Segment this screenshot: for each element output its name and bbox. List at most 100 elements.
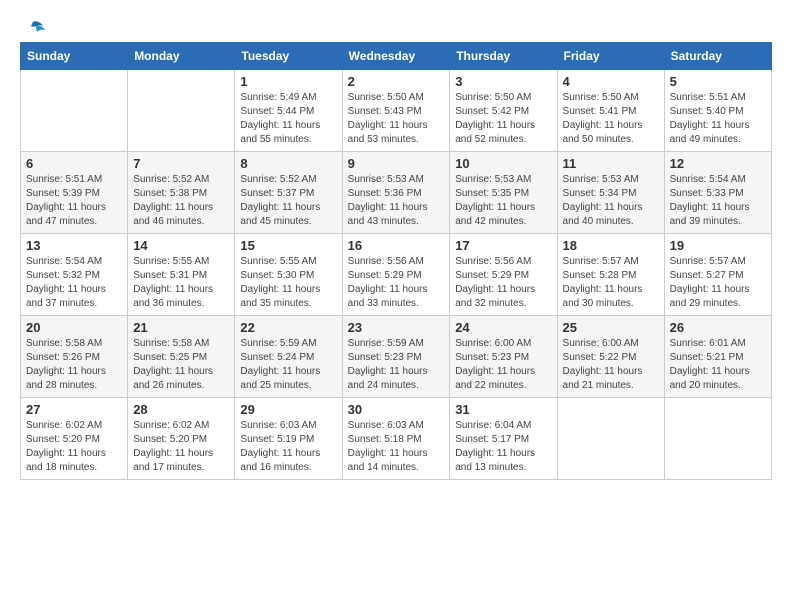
calendar-cell: 8 Sunrise: 5:52 AM Sunset: 5:37 PM Daylig… <box>235 152 342 234</box>
calendar-cell: 23 Sunrise: 5:59 AM Sunset: 5:23 PM Dayli… <box>342 316 450 398</box>
calendar-week-row: 13Sunrise: 5:54 AM Sunset: 5:32 PM Dayli… <box>21 234 772 316</box>
calendar-cell: 24 Sunrise: 6:00 AM Sunset: 5:23 PM Dayli… <box>450 316 557 398</box>
day-info: Sunrise: 5:50 AM Sunset: 5:43 PM Dayligh… <box>348 91 445 147</box>
day-info: Sunrise: 5:59 AM Sunset: 5:24 PM Dayligh… <box>240 337 336 393</box>
calendar-header-monday: Monday <box>128 43 235 70</box>
day-number: 3 <box>455 74 551 89</box>
calendar-header-wednesday: Wednesday <box>342 43 450 70</box>
calendar-cell: 28 Sunrise: 6:02 AM Sunset: 5:20 PM Dayli… <box>128 398 235 480</box>
day-number: 8 <box>240 156 336 171</box>
day-info: Sunrise: 5:56 AM Sunset: 5:29 PM Dayligh… <box>348 255 445 311</box>
day-info: Sunrise: 5:49 AM Sunset: 5:44 PM Dayligh… <box>240 91 336 147</box>
logo-bird-icon <box>23 20 45 38</box>
calendar-cell: 7Sunrise: 5:52 AM Sunset: 5:38 PM Daylig… <box>128 152 235 234</box>
calendar-cell: 12 Sunrise: 5:54 AM Sunset: 5:33 PM Dayli… <box>664 152 771 234</box>
calendar-cell: 17 Sunrise: 5:56 AM Sunset: 5:29 PM Dayli… <box>450 234 557 316</box>
day-info: Sunrise: 6:01 AM Sunset: 5:21 PM Dayligh… <box>670 337 766 393</box>
day-info: Sunrise: 5:57 AM Sunset: 5:27 PM Dayligh… <box>670 255 766 311</box>
day-number: 12 <box>670 156 766 171</box>
day-info: Sunrise: 5:58 AM Sunset: 5:26 PM Dayligh… <box>26 337 122 393</box>
calendar-cell: 4 Sunrise: 5:50 AM Sunset: 5:41 PM Daylig… <box>557 70 664 152</box>
calendar-header-thursday: Thursday <box>450 43 557 70</box>
day-number: 27 <box>26 402 122 417</box>
day-number: 9 <box>348 156 445 171</box>
calendar-cell: 19 Sunrise: 5:57 AM Sunset: 5:27 PM Dayli… <box>664 234 771 316</box>
calendar-table: SundayMondayTuesdayWednesdayThursdayFrid… <box>20 42 772 480</box>
calendar-header-friday: Friday <box>557 43 664 70</box>
day-info: Sunrise: 5:52 AM Sunset: 5:37 PM Dayligh… <box>240 173 336 229</box>
day-number: 4 <box>563 74 659 89</box>
day-info: Sunrise: 5:57 AM Sunset: 5:28 PM Dayligh… <box>563 255 659 311</box>
day-number: 21 <box>133 320 229 335</box>
day-number: 16 <box>348 238 445 253</box>
day-number: 2 <box>348 74 445 89</box>
day-number: 15 <box>240 238 336 253</box>
calendar-cell: 16 Sunrise: 5:56 AM Sunset: 5:29 PM Dayli… <box>342 234 450 316</box>
day-number: 14 <box>133 238 229 253</box>
calendar-week-row: 6 Sunrise: 5:51 AM Sunset: 5:39 PM Daylig… <box>21 152 772 234</box>
day-info: Sunrise: 6:02 AM Sunset: 5:20 PM Dayligh… <box>26 419 122 475</box>
calendar-cell <box>128 70 235 152</box>
day-info: Sunrise: 5:52 AM Sunset: 5:38 PM Dayligh… <box>133 173 229 229</box>
day-number: 26 <box>670 320 766 335</box>
day-number: 6 <box>26 156 122 171</box>
calendar-cell: 5 Sunrise: 5:51 AM Sunset: 5:40 PM Daylig… <box>664 70 771 152</box>
day-number: 13 <box>26 238 122 253</box>
day-number: 24 <box>455 320 551 335</box>
day-number: 22 <box>240 320 336 335</box>
day-info: Sunrise: 5:53 AM Sunset: 5:34 PM Dayligh… <box>563 173 659 229</box>
day-info: Sunrise: 5:51 AM Sunset: 5:40 PM Dayligh… <box>670 91 766 147</box>
day-number: 23 <box>348 320 445 335</box>
day-info: Sunrise: 5:54 AM Sunset: 5:33 PM Dayligh… <box>670 173 766 229</box>
calendar-cell: 22 Sunrise: 5:59 AM Sunset: 5:24 PM Dayli… <box>235 316 342 398</box>
calendar-week-row: 27 Sunrise: 6:02 AM Sunset: 5:20 PM Dayli… <box>21 398 772 480</box>
day-info: Sunrise: 5:50 AM Sunset: 5:42 PM Dayligh… <box>455 91 551 147</box>
calendar-header-tuesday: Tuesday <box>235 43 342 70</box>
day-info: Sunrise: 6:00 AM Sunset: 5:23 PM Dayligh… <box>455 337 551 393</box>
calendar-cell: 30Sunrise: 6:03 AM Sunset: 5:18 PM Dayli… <box>342 398 450 480</box>
calendar-cell: 29 Sunrise: 6:03 AM Sunset: 5:19 PM Dayli… <box>235 398 342 480</box>
day-info: Sunrise: 5:50 AM Sunset: 5:41 PM Dayligh… <box>563 91 659 147</box>
day-number: 19 <box>670 238 766 253</box>
calendar-cell: 26 Sunrise: 6:01 AM Sunset: 5:21 PM Dayli… <box>664 316 771 398</box>
day-info: Sunrise: 5:53 AM Sunset: 5:36 PM Dayligh… <box>348 173 445 229</box>
day-info: Sunrise: 6:04 AM Sunset: 5:17 PM Dayligh… <box>455 419 551 475</box>
calendar-cell <box>557 398 664 480</box>
calendar-cell: 1 Sunrise: 5:49 AM Sunset: 5:44 PM Daylig… <box>235 70 342 152</box>
calendar-header-saturday: Saturday <box>664 43 771 70</box>
day-number: 11 <box>563 156 659 171</box>
calendar-cell: 18 Sunrise: 5:57 AM Sunset: 5:28 PM Dayli… <box>557 234 664 316</box>
calendar-header-row: SundayMondayTuesdayWednesdayThursdayFrid… <box>21 43 772 70</box>
calendar-cell: 9 Sunrise: 5:53 AM Sunset: 5:36 PM Daylig… <box>342 152 450 234</box>
day-number: 18 <box>563 238 659 253</box>
day-info: Sunrise: 6:03 AM Sunset: 5:19 PM Dayligh… <box>240 419 336 475</box>
calendar-cell: 25 Sunrise: 6:00 AM Sunset: 5:22 PM Dayli… <box>557 316 664 398</box>
day-number: 1 <box>240 74 336 89</box>
calendar-cell: 11 Sunrise: 5:53 AM Sunset: 5:34 PM Dayli… <box>557 152 664 234</box>
calendar-week-row: 20 Sunrise: 5:58 AM Sunset: 5:26 PM Dayli… <box>21 316 772 398</box>
day-info: Sunrise: 6:03 AM Sunset: 5:18 PM Dayligh… <box>348 419 445 475</box>
logo <box>20 20 45 38</box>
day-info: Sunrise: 5:58 AM Sunset: 5:25 PM Dayligh… <box>133 337 229 393</box>
calendar-cell <box>21 70 128 152</box>
page-header <box>20 20 772 38</box>
day-info: Sunrise: 5:55 AM Sunset: 5:31 PM Dayligh… <box>133 255 229 311</box>
day-number: 29 <box>240 402 336 417</box>
day-info: Sunrise: 5:56 AM Sunset: 5:29 PM Dayligh… <box>455 255 551 311</box>
calendar-cell: 21 Sunrise: 5:58 AM Sunset: 5:25 PM Dayli… <box>128 316 235 398</box>
day-number: 25 <box>563 320 659 335</box>
day-info: Sunrise: 6:02 AM Sunset: 5:20 PM Dayligh… <box>133 419 229 475</box>
day-number: 28 <box>133 402 229 417</box>
day-number: 17 <box>455 238 551 253</box>
calendar-header-sunday: Sunday <box>21 43 128 70</box>
day-info: Sunrise: 6:00 AM Sunset: 5:22 PM Dayligh… <box>563 337 659 393</box>
day-info: Sunrise: 5:59 AM Sunset: 5:23 PM Dayligh… <box>348 337 445 393</box>
day-info: Sunrise: 5:51 AM Sunset: 5:39 PM Dayligh… <box>26 173 122 229</box>
day-number: 20 <box>26 320 122 335</box>
calendar-cell: 20 Sunrise: 5:58 AM Sunset: 5:26 PM Dayli… <box>21 316 128 398</box>
day-number: 31 <box>455 402 551 417</box>
calendar-cell: 27 Sunrise: 6:02 AM Sunset: 5:20 PM Dayli… <box>21 398 128 480</box>
day-info: Sunrise: 5:55 AM Sunset: 5:30 PM Dayligh… <box>240 255 336 311</box>
calendar-cell: 14 Sunrise: 5:55 AM Sunset: 5:31 PM Dayli… <box>128 234 235 316</box>
day-number: 5 <box>670 74 766 89</box>
